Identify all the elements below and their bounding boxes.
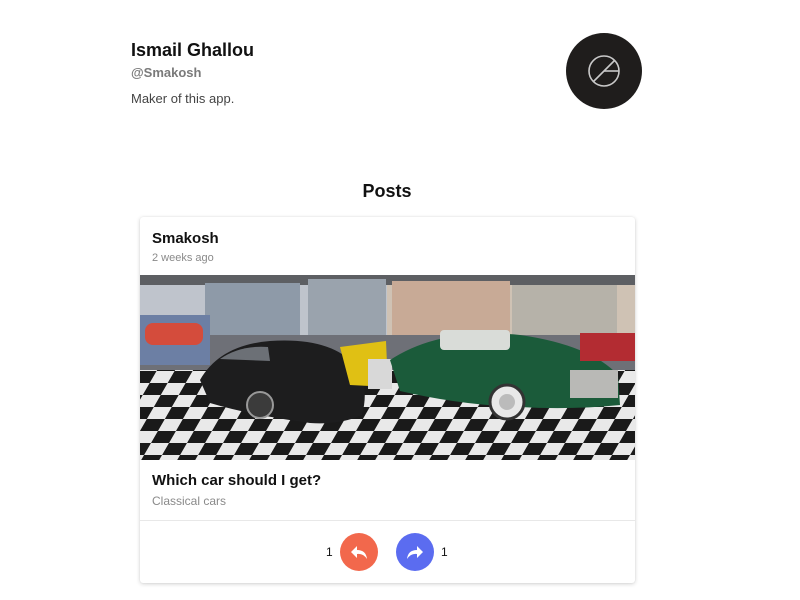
profile-handle: @Smakosh — [131, 65, 202, 80]
post-image — [140, 275, 635, 460]
avatar[interactable] — [566, 33, 642, 109]
post-actions: 1 1 — [140, 533, 635, 571]
logo-icon — [588, 55, 620, 87]
post-card[interactable]: Smakosh 2 weeks ago Which car should I g… — [140, 217, 635, 583]
reply-button[interactable] — [340, 533, 378, 571]
divider — [140, 520, 635, 521]
share-button[interactable] — [396, 533, 434, 571]
post-timestamp: 2 weeks ago — [152, 252, 214, 264]
reply-count: 1 — [326, 545, 333, 559]
post-author: Smakosh — [152, 230, 219, 247]
posts-heading: Posts — [362, 181, 412, 201]
post-title: Which car should I get? — [152, 472, 322, 489]
car-photo — [140, 275, 635, 460]
post-subtitle: Classical cars — [152, 494, 227, 508]
share-count: 1 — [441, 545, 448, 559]
profile-header: Ismail Ghallou @Smakosh Maker of this ap… — [131, 33, 643, 120]
profile-name: Ismail Ghallou — [131, 40, 255, 60]
profile-bio: Maker of this app. — [131, 91, 235, 106]
share-icon — [407, 546, 423, 559]
reply-icon — [351, 546, 367, 559]
